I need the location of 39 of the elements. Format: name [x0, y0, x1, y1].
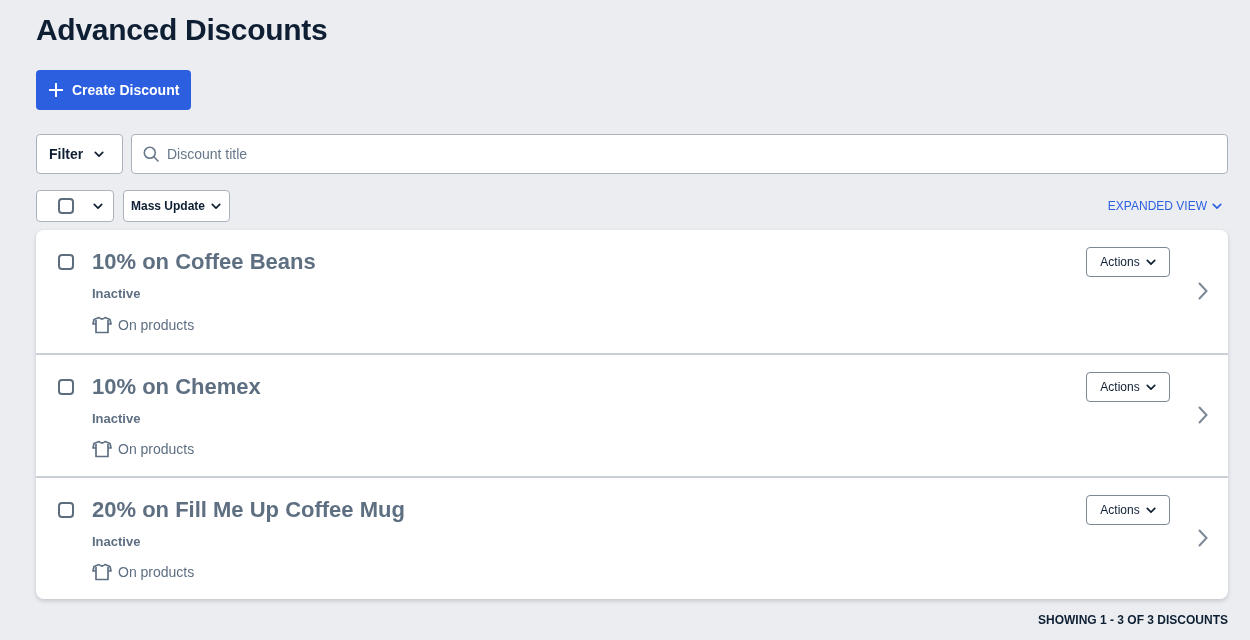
- page-title: Advanced Discounts: [36, 12, 328, 48]
- chevron-right-icon[interactable]: [1198, 282, 1208, 300]
- create-discount-button[interactable]: Create Discount: [36, 70, 192, 110]
- scope-label: On products: [118, 317, 195, 333]
- status-label: Inactive: [92, 285, 141, 303]
- checkbox[interactable]: [58, 379, 74, 395]
- caret-icon: [211, 202, 222, 210]
- results-summary: SHOWING 1 - 3 OF 3 DISCOUNTS: [1037, 613, 1228, 627]
- status-label: Inactive: [92, 410, 141, 428]
- discount-title[interactable]: 10% on Chemex: [92, 372, 261, 402]
- caret-icon: [1145, 258, 1156, 266]
- plus-icon: [48, 82, 64, 98]
- discount-title[interactable]: 10% on Coffee Beans: [92, 247, 316, 277]
- search-icon: [143, 146, 159, 162]
- filter-dropdown[interactable]: Filter: [36, 134, 123, 174]
- t-shirt-icon: [92, 316, 112, 334]
- checkbox[interactable]: [58, 198, 74, 214]
- t-shirt-icon: [92, 563, 112, 581]
- actions-dropdown[interactable]: Actions: [1086, 247, 1170, 277]
- caret-icon: [1212, 202, 1222, 210]
- expanded-view-toggle[interactable]: EXPANDED VIEW: [1107, 199, 1222, 213]
- actions-dropdown[interactable]: Actions: [1086, 495, 1170, 525]
- checkbox[interactable]: [58, 254, 74, 270]
- actions-dropdown[interactable]: Actions: [1086, 372, 1170, 402]
- caret-icon: [1145, 506, 1156, 514]
- chevron-right-icon[interactable]: [1198, 406, 1208, 424]
- caret-icon: [94, 150, 104, 158]
- caret-icon: [93, 202, 103, 210]
- search-field[interactable]: Discount title: [131, 134, 1228, 174]
- mass-update-dropdown[interactable]: Mass Update: [123, 190, 231, 222]
- caret-icon: [1145, 383, 1156, 391]
- scope-label: On products: [118, 441, 195, 457]
- select-all-dropdown[interactable]: [36, 190, 114, 222]
- t-shirt-icon: [92, 440, 112, 458]
- scope-label: On products: [118, 564, 195, 580]
- checkbox[interactable]: [58, 502, 74, 518]
- chevron-right-icon[interactable]: [1198, 529, 1208, 547]
- status-label: Inactive: [92, 533, 141, 551]
- discount-title[interactable]: 20% on Fill Me Up Coffee Mug: [92, 495, 405, 525]
